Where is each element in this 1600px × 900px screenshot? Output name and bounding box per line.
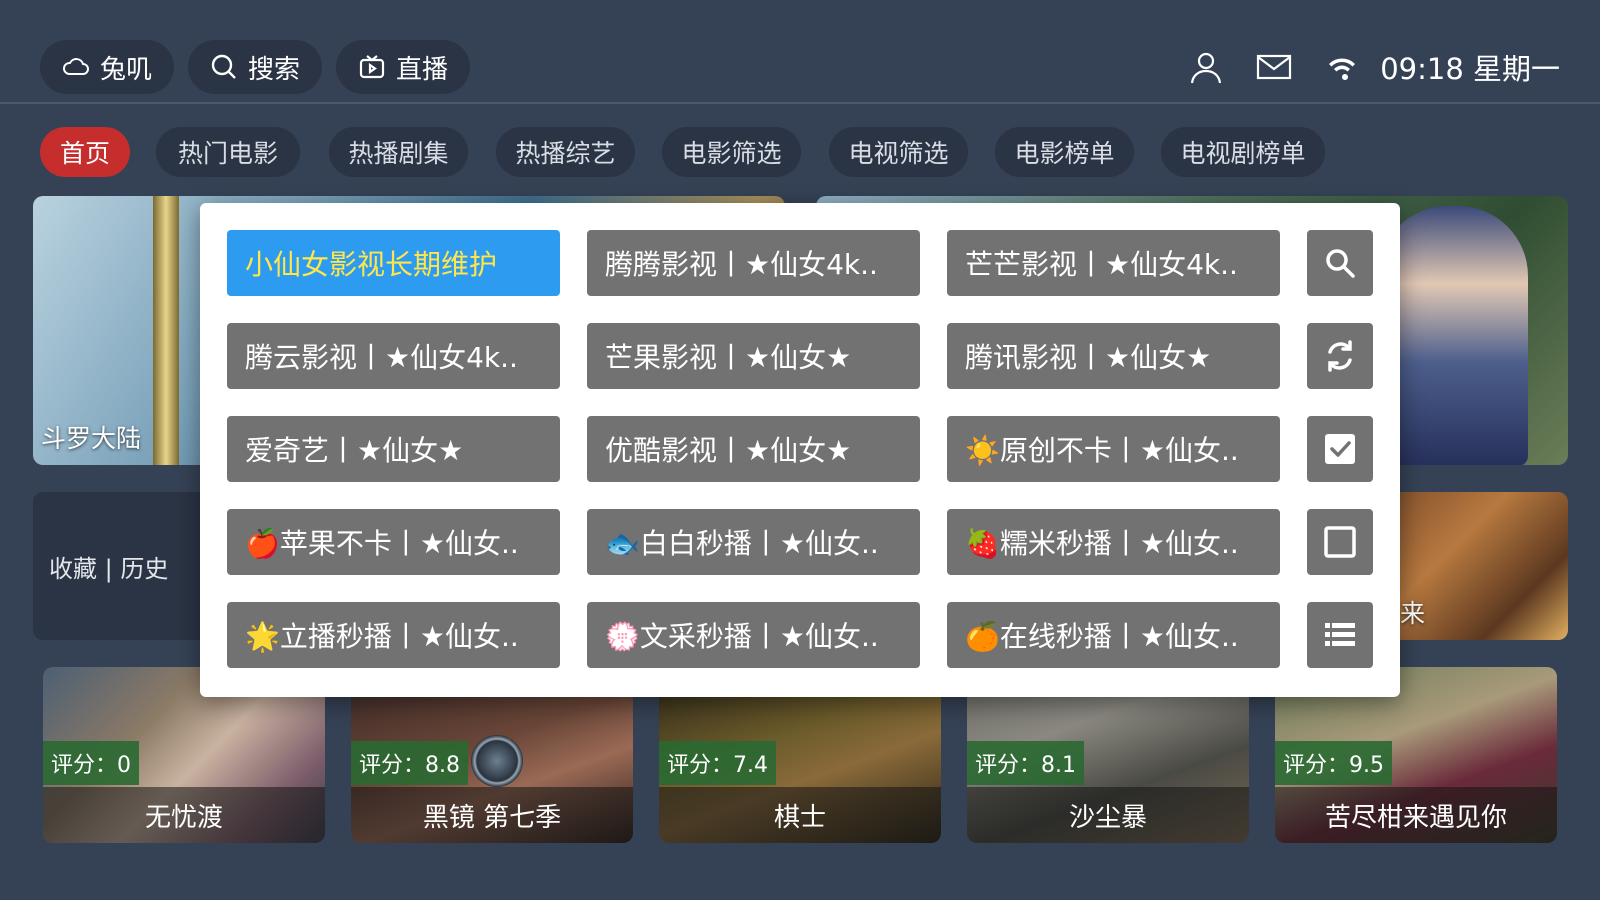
- disc-icon: [471, 735, 523, 787]
- source-option[interactable]: 🍓糯米秒播丨★仙女..: [947, 509, 1280, 575]
- search-icon: [211, 54, 236, 79]
- rating-badge: 评分：8.1: [967, 741, 1084, 785]
- nav-search-button[interactable]: 搜索: [188, 40, 323, 94]
- recommend-card-text: 来: [1400, 599, 1426, 628]
- tv-icon: [359, 55, 385, 79]
- source-option[interactable]: 芒果影视丨★仙女★: [587, 323, 920, 389]
- clock-text: 09:18 星期一: [1380, 52, 1560, 86]
- tab-hot-variety[interactable]: 热播综艺: [496, 127, 635, 177]
- source-option[interactable]: 优酷影视丨★仙女★: [587, 416, 920, 482]
- tab-hot-movies[interactable]: 热门电影: [156, 127, 300, 177]
- source-option[interactable]: 腾腾影视丨★仙女4k..: [587, 230, 920, 296]
- tab-tv-ranking[interactable]: 电视剧榜单: [1161, 127, 1325, 177]
- source-option[interactable]: 腾云影视丨★仙女4k..: [227, 323, 560, 389]
- rating-badge: 评分：7.4: [659, 741, 776, 785]
- nav-home-label: 兔叽: [100, 54, 153, 85]
- dialog-uncheck-button[interactable]: [1307, 509, 1373, 575]
- rating-badge: 评分：9.5: [1275, 741, 1392, 785]
- checkbox-checked-icon: [1325, 434, 1355, 464]
- search-icon: [1326, 249, 1355, 278]
- nav-live-button[interactable]: 直播: [336, 40, 471, 94]
- source-option[interactable]: 🐟白白秒播丨★仙女..: [587, 509, 920, 575]
- banner-artwork: [153, 196, 179, 465]
- nav-live-label: 直播: [396, 54, 449, 85]
- dialog-refresh-button[interactable]: [1307, 323, 1373, 389]
- top-bar: 兔叽 搜索 直播 09:18 星期一: [0, 0, 1600, 104]
- source-option[interactable]: 🌟立播秒播丨★仙女..: [227, 602, 560, 668]
- tab-tv-filter[interactable]: 电视筛选: [829, 127, 968, 177]
- movie-title: 棋士: [659, 787, 941, 843]
- source-option[interactable]: ☀️原创不卡丨★仙女..: [947, 416, 1280, 482]
- source-option[interactable]: 🍎苹果不卡丨★仙女..: [227, 509, 560, 575]
- nav-search-label: 搜索: [248, 54, 301, 85]
- top-right-status: 09:18 星期一: [1188, 40, 1560, 94]
- source-option-selected[interactable]: 小仙女影视长期维护: [227, 230, 560, 296]
- checkbox-empty-icon: [1324, 526, 1356, 558]
- list-icon: [1325, 623, 1355, 646]
- wifi-icon: [1329, 58, 1356, 81]
- movie-title: 黑镜 第七季: [351, 787, 633, 843]
- tab-home[interactable]: 首页: [40, 127, 130, 177]
- tab-movie-ranking[interactable]: 电影榜单: [995, 127, 1134, 177]
- source-option[interactable]: 💮文采秒播丨★仙女..: [587, 602, 920, 668]
- banner-artwork: [1378, 206, 1528, 465]
- user-icon[interactable]: [1188, 49, 1224, 85]
- source-option[interactable]: 🍊在线秒播丨★仙女..: [947, 602, 1280, 668]
- tab-hot-series[interactable]: 热播剧集: [329, 127, 468, 177]
- tab-movie-filter[interactable]: 电影筛选: [662, 127, 801, 177]
- source-option[interactable]: 芒芒影视丨★仙女4k..: [947, 230, 1280, 296]
- rating-badge: 评分：8.8: [351, 741, 468, 785]
- nav-home-button[interactable]: 兔叽: [40, 40, 175, 94]
- rating-badge: 评分：0: [43, 741, 139, 785]
- dialog-search-button[interactable]: [1307, 230, 1373, 296]
- dialog-list-button[interactable]: [1307, 602, 1373, 668]
- source-option[interactable]: 爱奇艺丨★仙女★: [227, 416, 560, 482]
- refresh-icon: [1328, 340, 1352, 372]
- movie-title: 苦尽柑来遇见你: [1275, 787, 1557, 843]
- history-label: 收藏 | 历史: [49, 554, 169, 583]
- dialog-check-all-button[interactable]: [1307, 416, 1373, 482]
- banner-title: 斗罗大陆: [41, 424, 142, 453]
- source-option[interactable]: 腾讯影视丨★仙女★: [947, 323, 1280, 389]
- movie-title: 无忧渡: [43, 787, 325, 843]
- cloud-icon: [63, 58, 89, 75]
- movie-title: 沙尘暴: [967, 787, 1249, 843]
- source-select-dialog: 小仙女影视长期维护 腾腾影视丨★仙女4k.. 芒芒影视丨★仙女4k.. 腾云影视…: [200, 203, 1400, 697]
- mail-icon[interactable]: [1256, 49, 1292, 85]
